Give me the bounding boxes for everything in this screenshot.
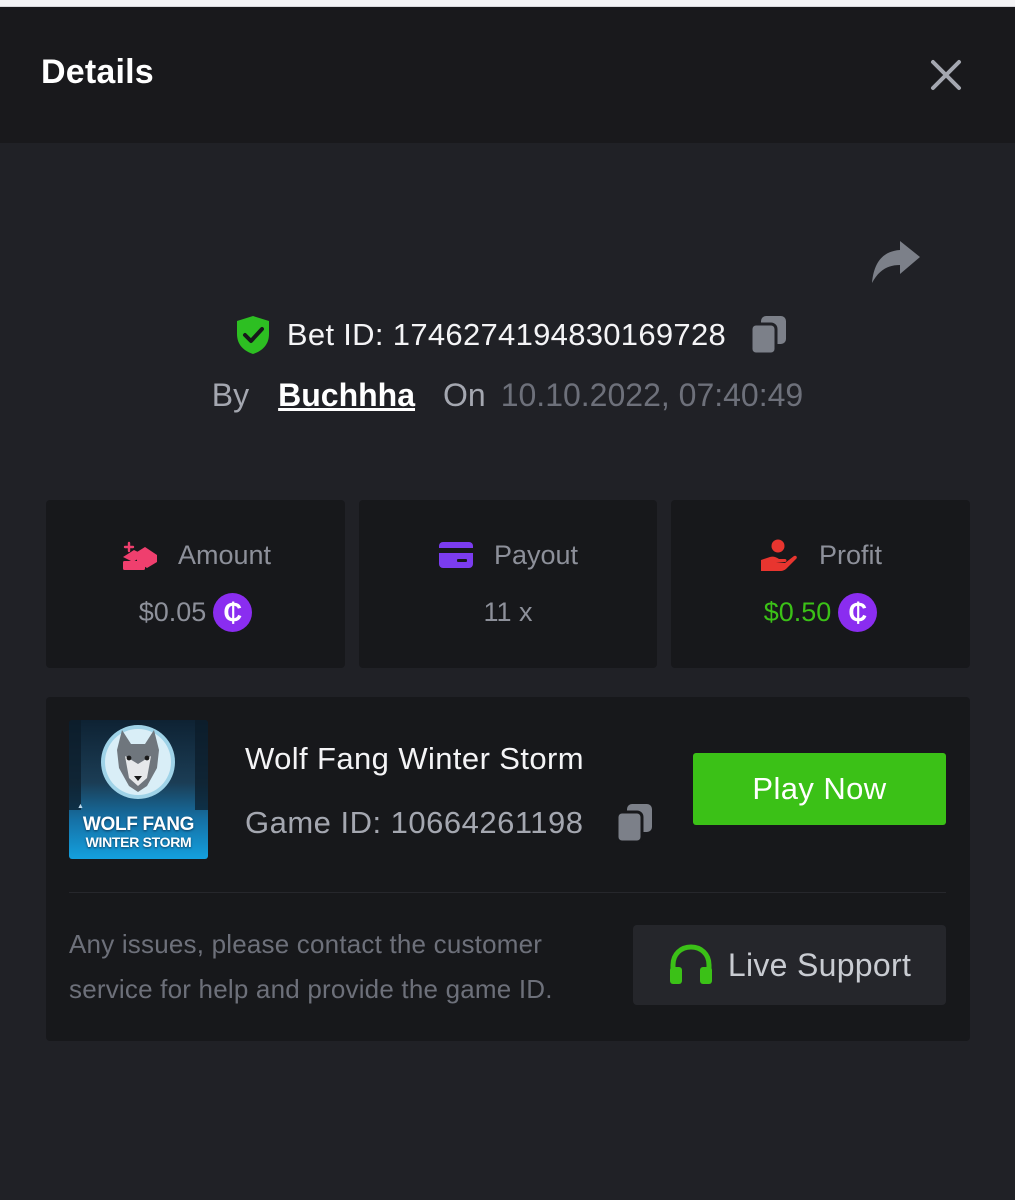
modal-title: Details bbox=[41, 53, 154, 91]
modal-header: Details bbox=[0, 7, 1015, 143]
bet-id-label: Bet ID: bbox=[286, 317, 384, 352]
amount-value: $0.05 bbox=[138, 596, 207, 627]
live-support-button[interactable]: Live Support bbox=[633, 925, 946, 1005]
card-icon bbox=[438, 542, 473, 568]
share-arrow-icon bbox=[872, 241, 920, 283]
bet-id-row: Bet ID: 1746274194830169728 bbox=[0, 310, 1015, 360]
hand-coin-icon bbox=[760, 539, 797, 571]
thumbnail-title: WOLF FANG bbox=[82, 814, 195, 835]
help-text: Any issues, please contact the customer … bbox=[69, 929, 553, 1004]
amount-label: Amount bbox=[177, 539, 272, 570]
divider bbox=[69, 892, 946, 893]
game-id-row: Game ID: 10664261198 bbox=[245, 801, 654, 845]
payout-value: 11 x bbox=[483, 596, 533, 627]
live-support-label: Live Support bbox=[727, 946, 912, 983]
amount-icon bbox=[122, 541, 157, 570]
thumbnail-maker-mark: ▲ bbox=[77, 803, 84, 810]
details-modal: Details Bet ID: 1746274194830169728 By B… bbox=[0, 7, 1015, 1200]
coin-icon: ₵ bbox=[213, 592, 253, 632]
wolf-emblem-icon bbox=[69, 720, 208, 810]
coin-icon: ₵ bbox=[838, 592, 878, 632]
game-thumbnail[interactable]: ▲ WOLF FANG WINTER STORM bbox=[69, 720, 208, 859]
by-label: By bbox=[211, 376, 250, 413]
close-button[interactable] bbox=[922, 51, 970, 99]
username-link[interactable]: Buchhha bbox=[278, 377, 415, 414]
headset-icon bbox=[669, 944, 712, 984]
game-name: Wolf Fang Winter Storm bbox=[245, 741, 584, 776]
payout-label: Payout bbox=[493, 539, 579, 570]
thumbnail-subtitle: WINTER STORM bbox=[85, 834, 192, 850]
play-now-button[interactable]: Play Now bbox=[693, 753, 946, 825]
game-id-value: 10664261198 bbox=[390, 805, 584, 840]
window-top-edge bbox=[0, 0, 1015, 7]
bet-id-value: 1746274194830169728 bbox=[392, 317, 727, 352]
copy-bet-id-button[interactable] bbox=[748, 314, 788, 356]
game-card: ▲ WOLF FANG WINTER STORM Wolf Fang Winte… bbox=[46, 697, 970, 1041]
amount-card: Amount $0.05 ₵ bbox=[46, 500, 345, 668]
game-id-label: Game ID: bbox=[245, 805, 382, 840]
copy-game-id-button[interactable] bbox=[614, 802, 654, 844]
close-icon bbox=[931, 60, 961, 90]
profit-label: Profit bbox=[818, 539, 883, 570]
bet-datetime: 10.10.2022, 07:40:49 bbox=[500, 376, 804, 413]
on-label: On bbox=[443, 376, 486, 413]
profit-card: Profit $0.50 ₵ bbox=[671, 500, 970, 668]
profit-value: $0.50 bbox=[763, 596, 832, 627]
payout-card: Payout 11 x bbox=[359, 500, 657, 668]
bet-meta-row: By Buchhha On 10.10.2022, 07:40:49 bbox=[0, 370, 1015, 420]
share-button[interactable] bbox=[866, 239, 924, 289]
verified-shield-icon bbox=[236, 316, 269, 354]
